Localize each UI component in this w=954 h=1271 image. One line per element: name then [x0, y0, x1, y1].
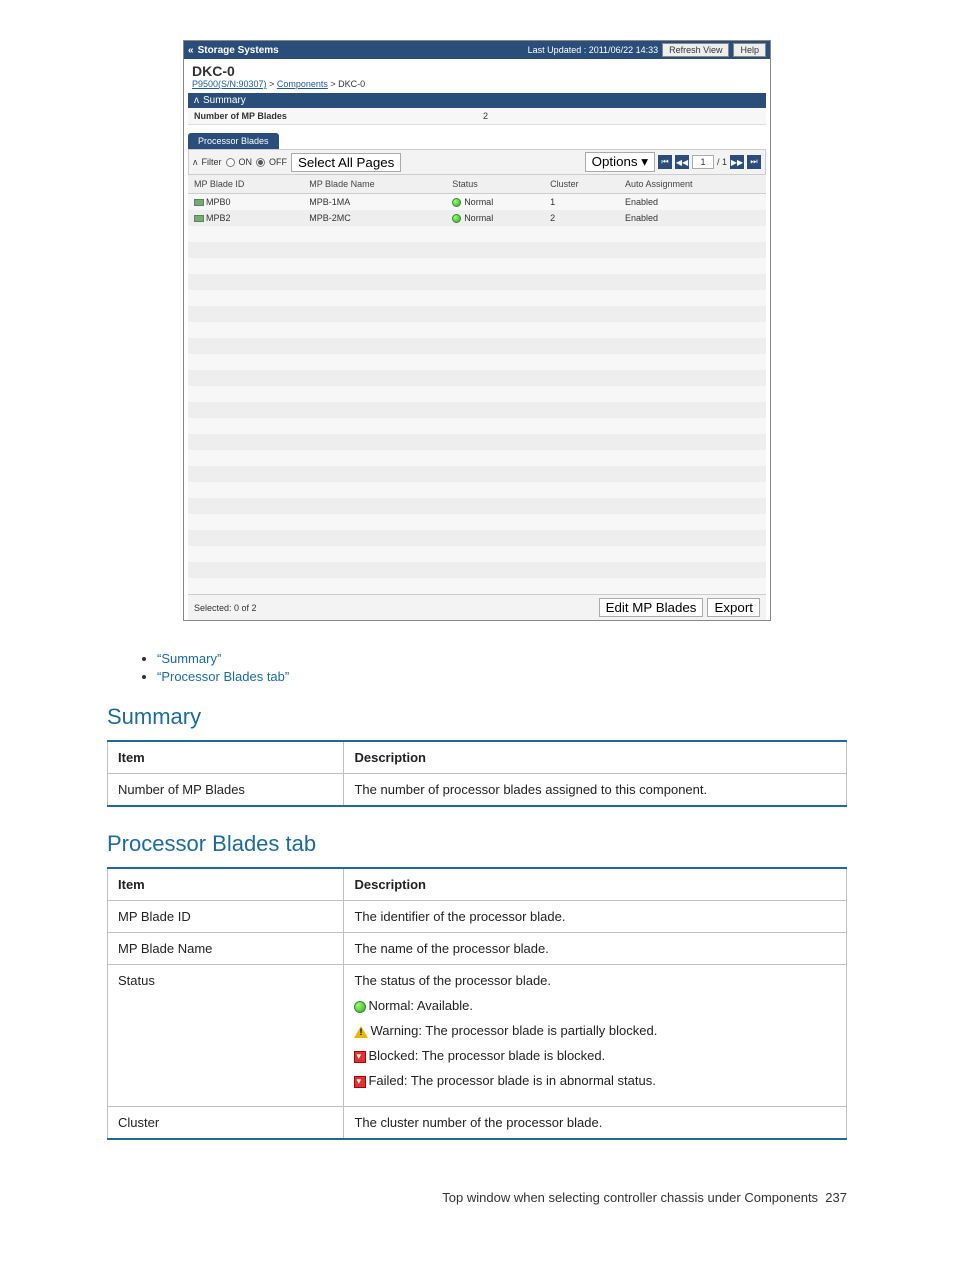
doc-content: “Summary” “Processor Blades tab” Summary…	[107, 651, 847, 1140]
col-cluster[interactable]: Cluster	[544, 175, 619, 194]
bullet-list: “Summary” “Processor Blades tab”	[107, 651, 847, 684]
table-row-empty	[188, 290, 766, 306]
row-item: MP Blade ID	[108, 901, 344, 933]
breadcrumb-current: DKC-0	[338, 79, 365, 89]
breadcrumb-link-1[interactable]: P9500(S/N:90307)	[192, 79, 267, 89]
table-row-empty	[188, 514, 766, 530]
refresh-view-button[interactable]: Refresh View	[662, 43, 729, 57]
chevron-left-icon: «	[188, 45, 194, 56]
tab-processor-blades[interactable]: Processor Blades	[188, 133, 279, 149]
breadcrumb-link-2[interactable]: Components	[277, 79, 328, 89]
summary-desc: The number of processor blades assigned …	[344, 774, 847, 807]
table-row-empty	[188, 306, 766, 322]
filter-label: Filter	[202, 157, 222, 167]
page-prev-icon[interactable]: ◀◀	[675, 155, 689, 169]
table-row-empty	[188, 530, 766, 546]
table-row-empty	[188, 370, 766, 386]
summary-section-header: ʌ Summary	[188, 93, 766, 108]
col-status[interactable]: Status	[446, 175, 544, 194]
table-row-empty	[188, 466, 766, 482]
filter-on-radio[interactable]	[226, 158, 235, 167]
table-row-empty	[188, 242, 766, 258]
summary-row: Number of MP Blades 2	[188, 108, 766, 125]
row-desc: The cluster number of the processor blad…	[344, 1107, 847, 1140]
col-mp-blade-id[interactable]: MP Blade ID	[188, 175, 303, 194]
row-item: Status	[108, 965, 344, 1107]
normal-icon	[354, 1001, 366, 1013]
table-row-empty	[188, 482, 766, 498]
col-mp-blade-name[interactable]: MP Blade Name	[303, 175, 446, 194]
warning-icon	[354, 1026, 368, 1038]
processor-blades-heading: Processor Blades tab	[107, 831, 847, 857]
summary-item: Number of MP Blades	[108, 774, 344, 807]
th-description: Description	[344, 741, 847, 774]
selected-count-label: Selected: 0 of 2	[194, 603, 257, 613]
table-row-empty	[188, 418, 766, 434]
page-first-icon[interactable]: ⏮	[658, 155, 672, 169]
table-row-empty	[188, 546, 766, 562]
options-button[interactable]: Options ▾	[585, 152, 655, 172]
table-row-empty	[188, 258, 766, 274]
blade-icon	[194, 215, 204, 222]
table-row-empty	[188, 498, 766, 514]
summary-row-value: 2	[477, 108, 766, 124]
help-button[interactable]: Help	[733, 43, 766, 57]
row-desc: The name of the processor blade.	[344, 933, 847, 965]
page-next-icon[interactable]: ▶▶	[730, 155, 744, 169]
th-item: Item	[108, 741, 344, 774]
list-item: “Summary”	[157, 651, 847, 666]
table-toolbar: ʌ Filter ON OFF Select All Pages Options…	[188, 149, 766, 175]
table-row[interactable]: MPB0MPB-1MANormal1Enabled	[188, 194, 766, 211]
table-row-empty	[188, 322, 766, 338]
th-item: Item	[108, 868, 344, 901]
page-number-input[interactable]: 1	[692, 155, 714, 169]
page-last-icon[interactable]: ⏭	[747, 155, 761, 169]
table-row-empty	[188, 402, 766, 418]
page-footer: Top window when selecting controller cha…	[107, 1190, 847, 1205]
collapse-icon[interactable]: ʌ	[193, 157, 198, 167]
row-desc: The identifier of the processor blade.	[344, 901, 847, 933]
breadcrumb: P9500(S/N:90307) > Components > DKC-0	[184, 79, 770, 93]
th-description: Description	[344, 868, 847, 901]
processor-blades-doc-table: Item Description MP Blade ID The identif…	[107, 867, 847, 1140]
summary-heading: Summary	[107, 704, 847, 730]
select-all-pages-button[interactable]: Select All Pages	[291, 153, 401, 172]
table-row-empty	[188, 354, 766, 370]
table-row-empty	[188, 434, 766, 450]
processor-blades-table: MP Blade ID MP Blade Name Status Cluster…	[188, 175, 766, 594]
screenshot-topbar: «Storage Systems Last Updated : 2011/06/…	[184, 41, 770, 59]
blade-icon	[194, 199, 204, 206]
table-row[interactable]: MPB2MPB-2MCNormal2Enabled	[188, 210, 766, 226]
collapse-icon[interactable]: ʌ	[194, 95, 199, 106]
status-normal-icon	[452, 198, 461, 207]
table-footer: Selected: 0 of 2 Edit MP Blades Export	[188, 594, 766, 620]
table-row-empty	[188, 338, 766, 354]
row-desc: The status of the processor blade. Norma…	[344, 965, 847, 1107]
status-normal-icon	[452, 214, 461, 223]
filter-off-radio[interactable]	[256, 158, 265, 167]
summary-table: Item Description Number of MP Blades The…	[107, 740, 847, 807]
filter-off-label: OFF	[269, 157, 287, 167]
summary-row-label: Number of MP Blades	[188, 108, 477, 124]
page-total-label: / 1	[717, 157, 727, 167]
last-updated-label: Last Updated : 2011/06/22 14:33	[528, 45, 658, 55]
page-title: DKC-0	[184, 59, 770, 79]
filter-on-label: ON	[239, 157, 253, 167]
table-row-empty	[188, 386, 766, 402]
col-auto-assignment[interactable]: Auto Assignment	[619, 175, 766, 194]
table-row-empty	[188, 274, 766, 290]
row-item: Cluster	[108, 1107, 344, 1140]
table-row-empty	[188, 578, 766, 594]
table-row-empty	[188, 562, 766, 578]
row-item: MP Blade Name	[108, 933, 344, 965]
export-button[interactable]: Export	[707, 598, 760, 617]
topbar-title: «Storage Systems	[188, 45, 279, 56]
failed-icon	[354, 1076, 366, 1088]
blocked-icon	[354, 1051, 366, 1063]
table-row-empty	[188, 450, 766, 466]
table-row-empty	[188, 226, 766, 242]
screenshot-container: «Storage Systems Last Updated : 2011/06/…	[183, 40, 771, 621]
edit-mp-blades-button[interactable]: Edit MP Blades	[599, 598, 704, 617]
list-item: “Processor Blades tab”	[157, 669, 847, 684]
